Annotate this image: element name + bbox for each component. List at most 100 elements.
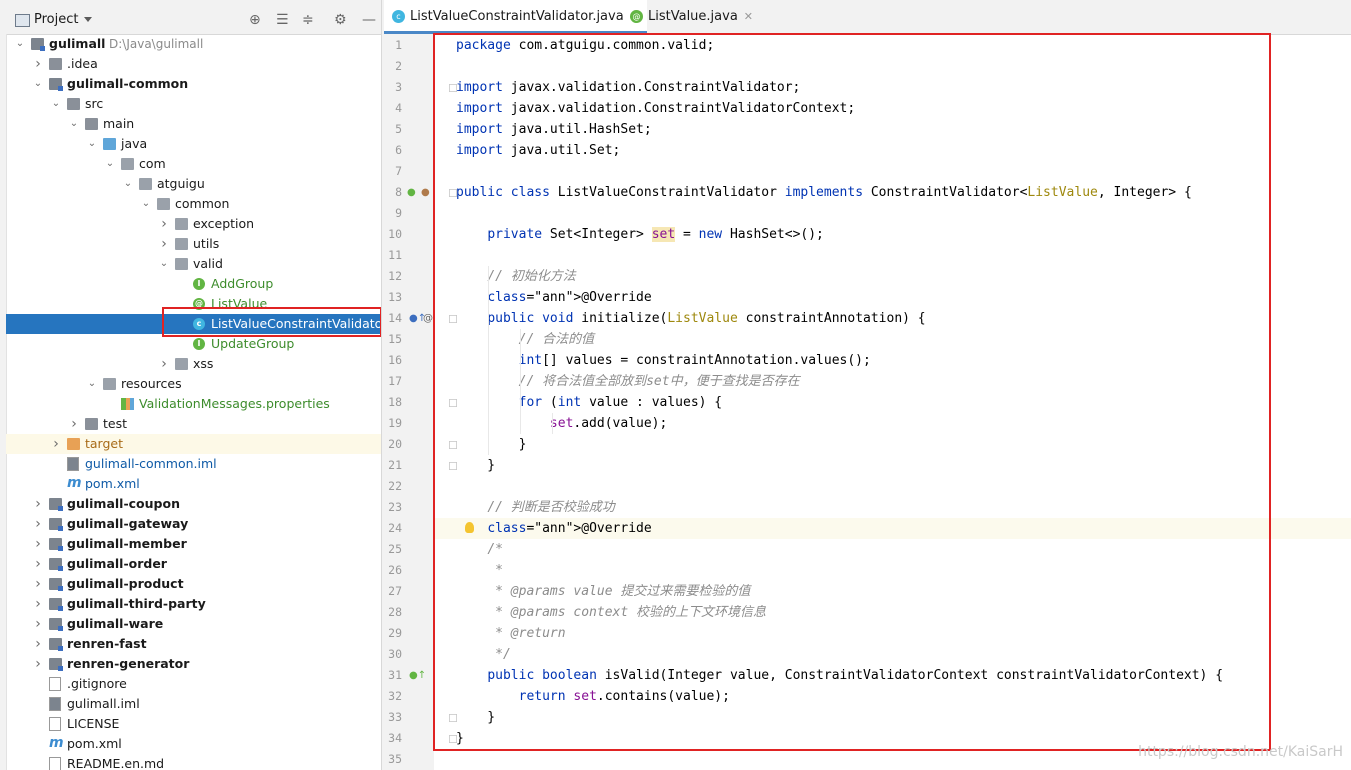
tree-item[interactable]: › renren-fast — [6, 634, 381, 654]
chevron-down-icon[interactable]: ⌄ — [86, 134, 98, 154]
tree-item-label: gulimall-common — [67, 76, 189, 91]
line-number: 6 — [395, 143, 402, 157]
package-icon — [157, 198, 170, 210]
close-icon[interactable]: ✕ — [744, 10, 753, 23]
bean-icon[interactable]: ● — [421, 182, 430, 203]
line-number: 24 — [388, 521, 402, 535]
chevron-down-icon[interactable] — [84, 17, 92, 22]
chevron-right-icon[interactable]: › — [32, 494, 44, 514]
chevron-right-icon[interactable]: › — [68, 414, 80, 434]
chevron-right-icon[interactable]: › — [32, 574, 44, 594]
chevron-right-icon[interactable]: › — [32, 514, 44, 534]
class-icon: c — [392, 10, 405, 23]
project-view-selector[interactable]: Project — [34, 12, 78, 27]
minimize-icon[interactable]: — — [362, 12, 376, 28]
gear-icon[interactable]: ⚙ — [334, 12, 347, 28]
tree-item[interactable]: ValidationMessages.properties — [6, 394, 381, 414]
tree-item-label: valid — [193, 256, 223, 271]
chevron-down-icon[interactable]: ⌄ — [68, 114, 80, 134]
chevron-right-icon[interactable]: › — [158, 214, 170, 234]
tree-item[interactable]: › gulimall-member — [6, 534, 381, 554]
tree-item[interactable]: › gulimall-third-party — [6, 594, 381, 614]
tree-item[interactable]: ⌄ resources — [6, 374, 381, 394]
chevron-down-icon[interactable]: ⌄ — [104, 154, 116, 174]
chevron-right-icon[interactable]: › — [32, 614, 44, 634]
line-number: 22 — [388, 479, 402, 493]
collapse-all-icon[interactable]: ≑ — [302, 12, 314, 28]
tab-label: ListValueConstraintValidator.java — [410, 9, 624, 24]
tree-item[interactable]: › gulimall-ware — [6, 614, 381, 634]
chevron-right-icon[interactable]: › — [158, 234, 170, 254]
annotation-gutter-icon[interactable]: @ — [423, 308, 433, 329]
chevron-right-icon[interactable]: › — [32, 534, 44, 554]
tree-item[interactable]: › exception — [6, 214, 381, 234]
chevron-right-icon[interactable]: › — [158, 354, 170, 374]
chevron-right-icon[interactable]: › — [32, 54, 44, 74]
tree-item[interactable]: › target — [6, 434, 381, 454]
tree-item[interactable]: .gitignore — [6, 674, 381, 694]
chevron-down-icon[interactable]: ⌄ — [32, 74, 44, 94]
tree-item[interactable]: ⌄ src — [6, 94, 381, 114]
line-number: 35 — [388, 752, 402, 766]
chevron-down-icon[interactable]: ⌄ — [14, 34, 26, 54]
package-icon — [175, 238, 188, 250]
tree-item[interactable]: m pom.xml — [6, 734, 381, 754]
folder-icon — [85, 418, 98, 430]
chevron-right-icon[interactable]: › — [32, 594, 44, 614]
chevron-down-icon[interactable]: ⌄ — [158, 254, 170, 274]
tab-listvalueconstraintvalidator[interactable]: cListValueConstraintValidator.java✕ — [384, 0, 647, 34]
tree-item[interactable]: I AddGroup — [6, 274, 381, 294]
tree-item-label: gulimall-gateway — [67, 516, 189, 531]
chevron-right-icon[interactable]: › — [32, 654, 44, 674]
implements-icon[interactable]: ● — [407, 182, 416, 203]
target-icon[interactable]: ⊕ — [249, 12, 261, 28]
chevron-right-icon[interactable]: › — [32, 634, 44, 654]
iml-file-icon — [67, 457, 79, 471]
chevron-down-icon[interactable]: ⌄ — [122, 174, 134, 194]
expand-all-icon[interactable]: ☰ — [276, 12, 289, 28]
ide-window: Project ⊕ ☰ ≑ ⚙ — ⌄ gulimall D:\Java\gulim… — [0, 0, 1351, 770]
tree-item[interactable]: m pom.xml — [6, 474, 381, 494]
chevron-right-icon[interactable]: › — [50, 434, 62, 454]
tree-item[interactable]: › gulimall-order — [6, 554, 381, 574]
tree-item[interactable]: ⌄ com — [6, 154, 381, 174]
tree-item[interactable]: › gulimall-product — [6, 574, 381, 594]
tree-item[interactable]: ⌄ gulimall D:\Java\gulimall — [6, 34, 381, 54]
tree-item-label: gulimall — [49, 36, 106, 51]
tree-item[interactable]: › renren-generator — [6, 654, 381, 674]
chevron-right-icon[interactable]: › — [32, 554, 44, 574]
chevron-down-icon[interactable]: ⌄ — [140, 194, 152, 214]
editor-tab-bar: c ListValueConstraintValidator.java ✕ @ Lis… — [382, 0, 1351, 35]
tree-item[interactable]: ⌄ valid — [6, 254, 381, 274]
tree-item[interactable]: gulimall-common.iml — [6, 454, 381, 474]
folder-icon — [49, 58, 62, 70]
tree-item[interactable]: › utils — [6, 234, 381, 254]
tree-item[interactable]: › .idea — [6, 54, 381, 74]
line-number: 20 — [388, 437, 402, 451]
tree-item[interactable]: README.en.md — [6, 754, 381, 770]
tree-item[interactable]: ⌄ gulimall-common — [6, 74, 381, 94]
tree-item-label: gulimall-third-party — [67, 596, 206, 611]
project-tree[interactable]: ⌄ gulimall D:\Java\gulimall › .idea ⌄ gulimall… — [0, 34, 381, 770]
chevron-down-icon[interactable]: ⌄ — [86, 374, 98, 394]
line-number: 7 — [395, 164, 402, 178]
tree-item[interactable]: ⌄ common — [6, 194, 381, 214]
tree-item[interactable]: › xss — [6, 354, 381, 374]
tree-item-label: java — [121, 136, 148, 151]
tree-item[interactable]: › gulimall-gateway — [6, 514, 381, 534]
tree-item[interactable]: ⌄ atguigu — [6, 174, 381, 194]
tree-item-label: pom.xml — [67, 736, 122, 751]
tab-listvalue[interactable]: @ ListValue.java ✕ — [622, 0, 761, 34]
tree-item[interactable]: I UpdateGroup — [6, 334, 381, 354]
tree-item[interactable]: gulimall.iml — [6, 694, 381, 714]
tree-item[interactable]: ⌄ main — [6, 114, 381, 134]
tree-item-label: gulimall-product — [67, 576, 184, 591]
line-number: 27 — [388, 584, 402, 598]
tree-item[interactable]: › test — [6, 414, 381, 434]
implements-method-icon[interactable]: ●↑ — [409, 665, 426, 686]
tree-item[interactable]: ⌄ java — [6, 134, 381, 154]
chevron-down-icon[interactable]: ⌄ — [50, 94, 62, 114]
tree-item[interactable]: LICENSE — [6, 714, 381, 734]
text-file-icon — [49, 717, 61, 731]
tree-item[interactable]: › gulimall-coupon — [6, 494, 381, 514]
